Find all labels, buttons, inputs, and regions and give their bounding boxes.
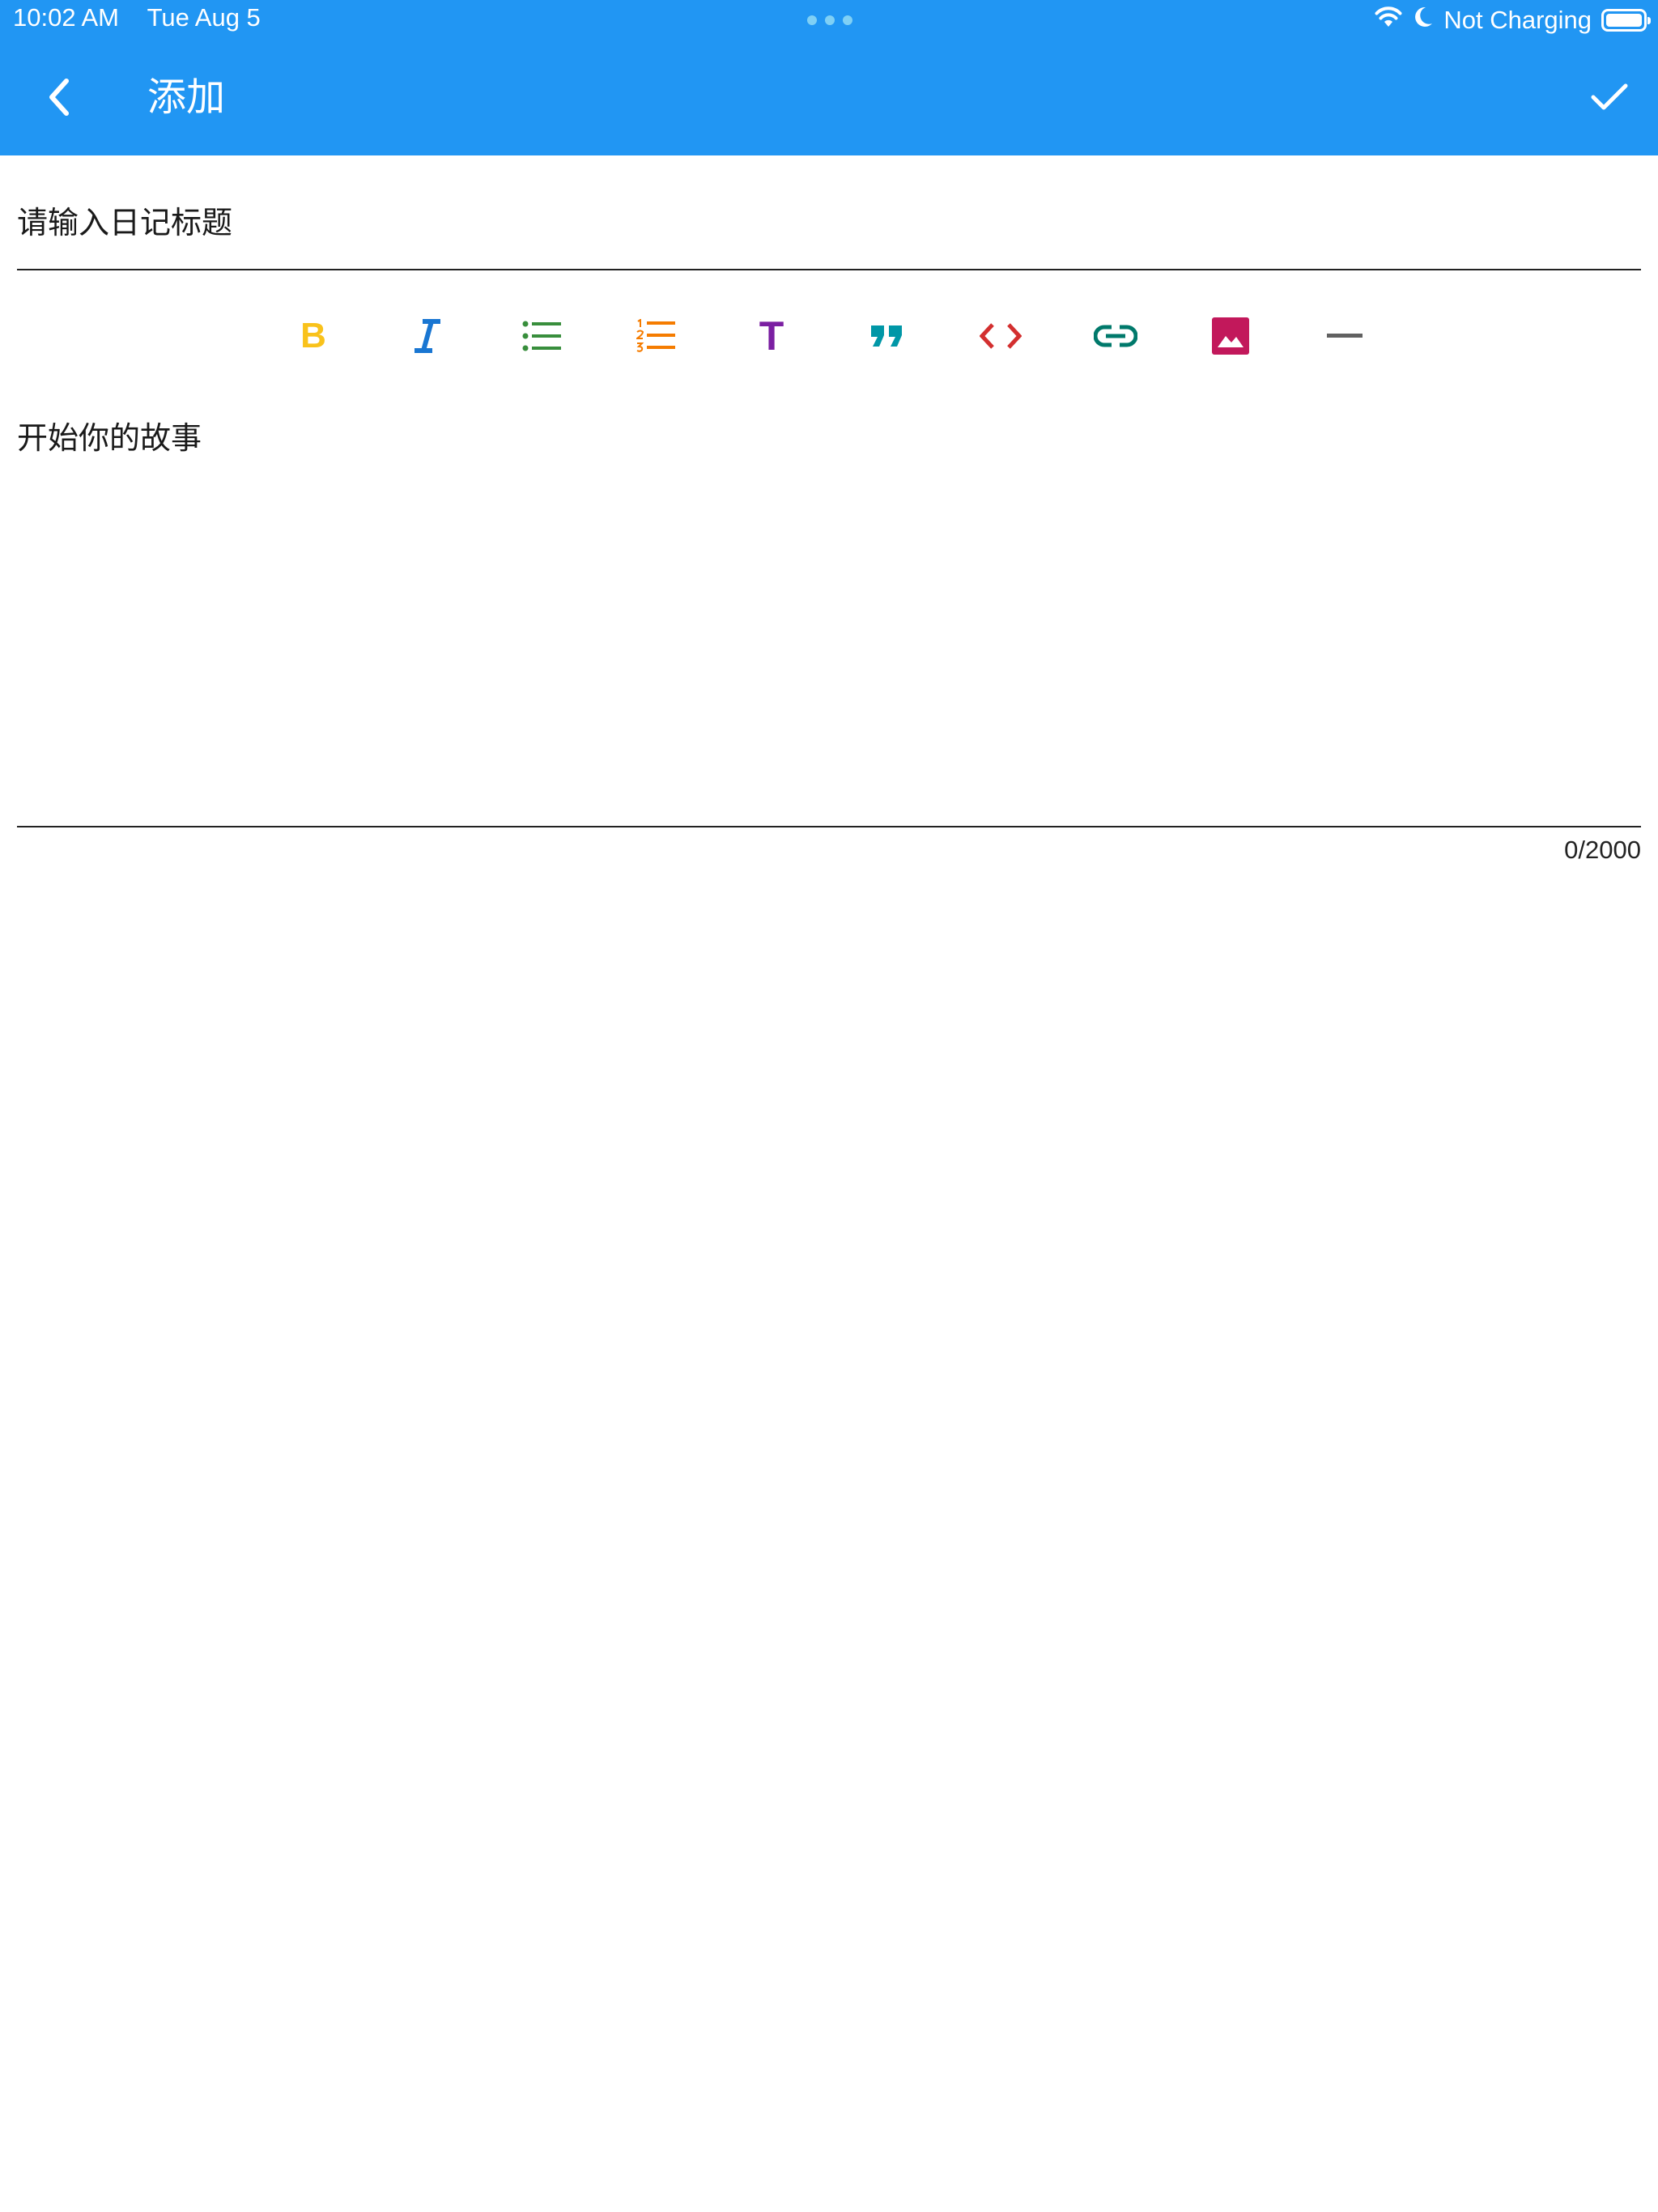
numbered-list-icon	[636, 319, 675, 352]
status-bar: 10:02 AM Tue Aug 5 Not Charging	[0, 0, 1658, 40]
title-input[interactable]	[17, 194, 1641, 251]
link-icon	[1094, 325, 1137, 347]
content-textarea[interactable]	[17, 413, 1641, 826]
character-counter: 0/2000	[1564, 836, 1641, 864]
battery-icon	[1601, 9, 1651, 32]
quote-icon	[871, 325, 902, 347]
check-icon	[1591, 83, 1628, 110]
status-time: 10:02 AM	[13, 3, 119, 32]
status-indicators: Not Charging	[1374, 3, 1651, 37]
code-icon	[980, 323, 1022, 349]
status-date: Tue Aug 5	[147, 3, 261, 32]
heading-button[interactable]: T	[744, 308, 799, 364]
title-field	[17, 194, 1641, 270]
status-time-date: 10:02 AM Tue Aug 5	[13, 3, 261, 32]
bold-icon: B	[300, 316, 326, 355]
formatting-toolbar: B T	[0, 304, 1658, 368]
code-button[interactable]	[973, 308, 1028, 364]
image-button[interactable]	[1203, 308, 1258, 364]
content-field	[17, 413, 1641, 827]
chevron-left-icon	[49, 79, 69, 116]
italic-icon	[414, 319, 440, 353]
page-title: 添加	[147, 74, 226, 120]
save-button[interactable]	[1584, 71, 1635, 123]
bulleted-list-button[interactable]	[515, 308, 570, 364]
moon-icon	[1413, 6, 1434, 35]
image-icon	[1212, 317, 1249, 355]
numbered-list-button[interactable]	[629, 308, 684, 364]
app-bar: 添加	[0, 40, 1658, 155]
diary-editor-page: 10:02 AM Tue Aug 5 Not Charging 添加 请输入日记…	[0, 0, 1658, 2212]
back-button[interactable]	[32, 71, 84, 123]
bulleted-list-icon	[522, 321, 561, 351]
quote-button[interactable]	[859, 308, 914, 364]
bold-button[interactable]: B	[286, 308, 341, 364]
wifi-icon	[1374, 6, 1403, 35]
multitasking-dots-icon[interactable]	[807, 15, 852, 25]
battery-status-text: Not Charging	[1443, 6, 1592, 34]
horizontal-rule-icon	[1327, 334, 1363, 338]
link-button[interactable]	[1088, 308, 1143, 364]
italic-button[interactable]	[400, 308, 455, 364]
horizontal-rule-button[interactable]	[1317, 308, 1372, 364]
heading-icon: T	[759, 313, 784, 359]
